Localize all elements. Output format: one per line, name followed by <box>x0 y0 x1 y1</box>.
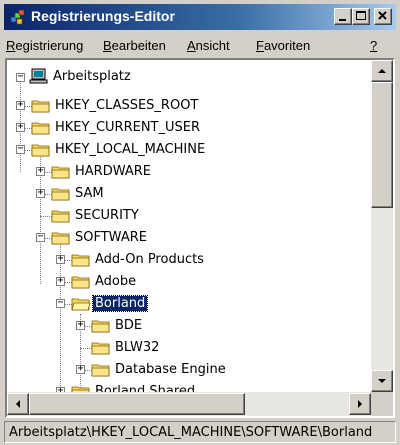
collapse-expander[interactable]: − <box>56 297 65 308</box>
menu-help[interactable]: ? <box>370 38 377 53</box>
folder-icon <box>51 166 70 179</box>
tree-label: HKEY_CURRENT_USER <box>55 120 201 135</box>
maximize-icon <box>356 11 366 20</box>
scroll-right-button[interactable] <box>349 393 371 415</box>
arrow-up-icon <box>378 69 386 73</box>
expand-expander[interactable]: + <box>36 165 45 176</box>
folder-icon <box>51 232 70 245</box>
open-folder-icon <box>71 298 91 311</box>
tree-label: Borland <box>91 295 149 312</box>
tree-label: SECURITY <box>75 208 139 223</box>
expand-expander[interactable]: + <box>76 319 85 330</box>
folder-icon <box>51 210 70 223</box>
folder-icon <box>91 342 110 355</box>
close-icon <box>378 11 387 20</box>
arrow-down-icon <box>378 379 386 383</box>
menu-favoriten[interactable]: Favoriten <box>256 38 310 53</box>
scroll-left-button[interactable] <box>7 393 29 415</box>
tree-label: Database Engine <box>115 362 226 377</box>
expand-expander[interactable]: + <box>16 99 25 110</box>
folder-icon <box>91 364 110 377</box>
regedit-window: Registrierungs-Editor Registrierung Bear… <box>0 0 400 445</box>
window-title: Registrierungs-Editor <box>31 8 175 24</box>
tree-label: BDE <box>115 318 143 333</box>
scrollbar-corner <box>371 392 393 416</box>
collapse-expander[interactable]: − <box>36 231 45 242</box>
maximize-button[interactable] <box>352 8 370 25</box>
scroll-down-button[interactable] <box>371 370 393 392</box>
folder-icon <box>71 254 90 267</box>
folder-icon <box>51 188 70 201</box>
minimize-icon <box>339 19 346 21</box>
folder-icon <box>91 320 110 333</box>
tree-label: SOFTWARE <box>75 230 147 245</box>
tree-label: Add-On Products <box>95 252 204 267</box>
horizontal-scroll-thumb[interactable] <box>29 393 245 415</box>
tree-label: BLW32 <box>115 340 160 355</box>
folder-icon <box>31 100 50 113</box>
folder-icon <box>31 144 50 157</box>
collapse-expander[interactable]: − <box>16 143 25 154</box>
arrow-right-icon <box>358 400 362 408</box>
regedit-icon <box>10 9 25 25</box>
minimize-button[interactable] <box>334 8 352 25</box>
tree-label: HKEY_CLASSES_ROOT <box>55 98 199 113</box>
expand-expander[interactable]: + <box>16 121 25 132</box>
registry-tree-pane: − Arbeitsplatz + HKEY_CLASSES_ROOT + HKEY_C… <box>5 58 395 418</box>
tree-label: HKEY_LOCAL_MACHINE <box>55 142 206 157</box>
scroll-up-button[interactable] <box>371 60 393 82</box>
tree-label: HARDWARE <box>75 164 151 179</box>
expand-expander[interactable]: + <box>36 187 45 198</box>
collapse-expander[interactable]: − <box>16 71 25 82</box>
menu-bearbeiten[interactable]: Bearbeiten <box>103 38 166 53</box>
expand-expander[interactable]: + <box>56 253 65 264</box>
folder-icon <box>31 122 50 135</box>
vertical-scrollbar[interactable] <box>371 60 393 392</box>
close-button[interactable] <box>374 8 392 25</box>
registry-tree: − Arbeitsplatz + HKEY_CLASSES_ROOT + HKEY_C… <box>7 60 371 392</box>
menu-registrierung[interactable]: Registrierung <box>6 38 83 53</box>
tree-label: Adobe <box>95 274 137 289</box>
title-bar[interactable]: Registrierungs-Editor <box>4 4 396 30</box>
expand-expander[interactable]: + <box>76 363 85 374</box>
vertical-scroll-thumb[interactable] <box>371 82 393 208</box>
menu-bar: Registrierung Bearbeiten Ansicht Favorit… <box>4 33 396 55</box>
tree-label: SAM <box>75 186 104 201</box>
menu-ansicht[interactable]: Ansicht <box>187 38 230 53</box>
folder-icon <box>71 386 90 392</box>
tree-label: Arbeitsplatz <box>53 69 131 84</box>
arrow-left-icon <box>16 400 20 408</box>
tree-label: Borland Shared <box>95 384 196 392</box>
computer-icon <box>29 68 48 84</box>
status-path: Arbeitsplatz\HKEY_LOCAL_MACHINE\SOFTWARE… <box>9 425 373 440</box>
expand-expander[interactable]: + <box>56 275 65 286</box>
horizontal-scrollbar[interactable] <box>7 392 371 416</box>
folder-icon <box>71 276 90 289</box>
status-bar: Arbeitsplatz\HKEY_LOCAL_MACHINE\SOFTWARE… <box>4 421 396 443</box>
